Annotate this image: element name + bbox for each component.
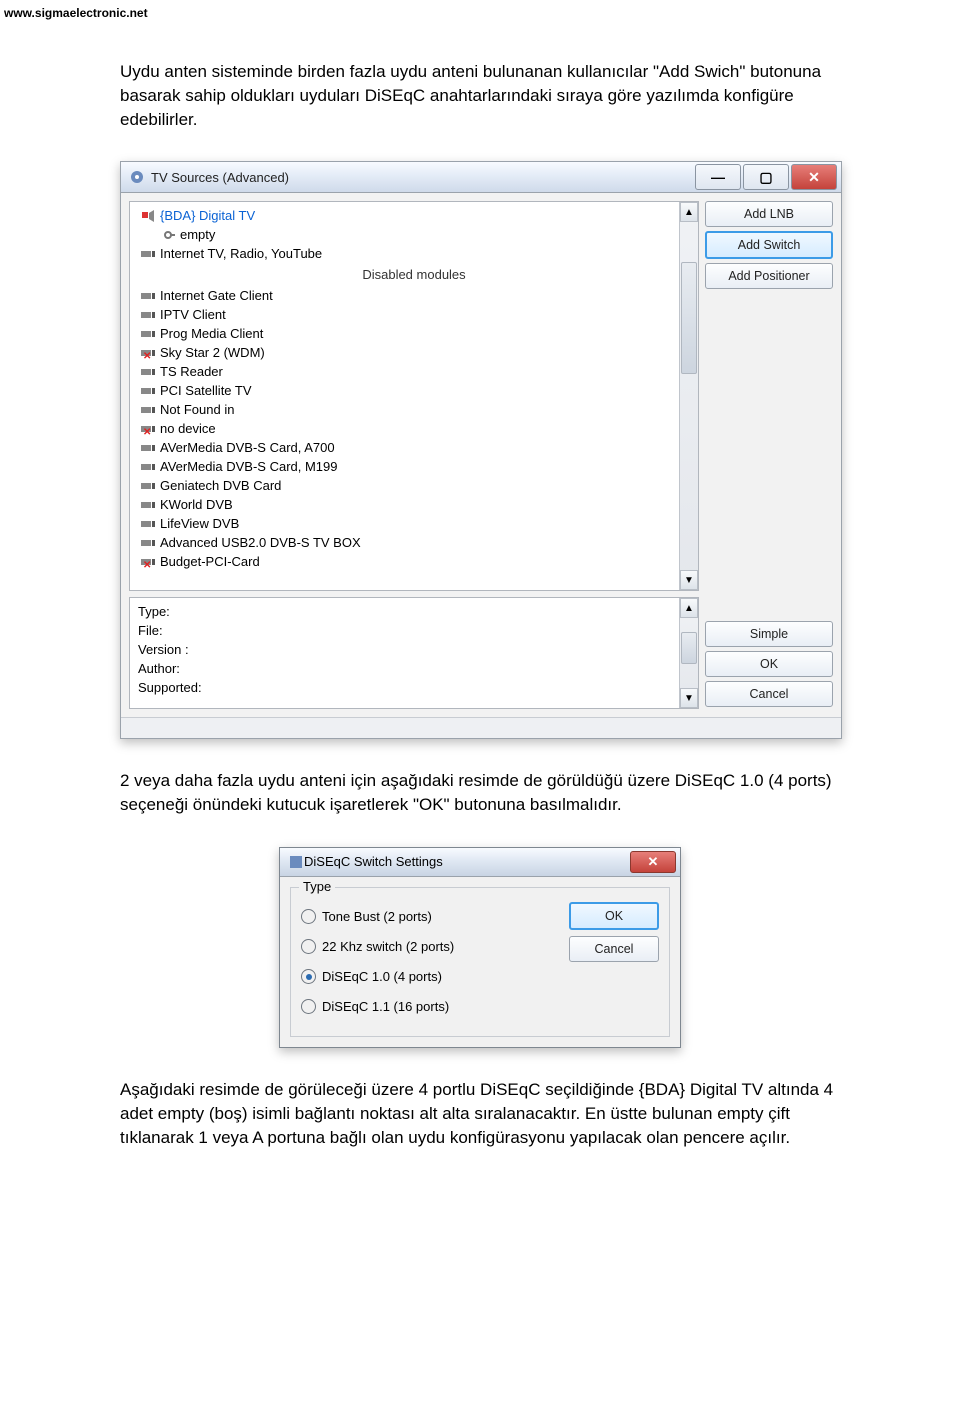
tree-row[interactable]: PCI Satellite TV — [130, 381, 698, 400]
info-author: Author: — [138, 659, 690, 678]
scroll-up-icon[interactable]: ▲ — [680, 202, 698, 222]
add-switch-button[interactable]: Add Switch — [705, 231, 833, 259]
window-title: DiSEqC Switch Settings — [304, 854, 630, 869]
tree-row[interactable]: Prog Media Client — [130, 324, 698, 343]
radio-tone-bust[interactable]: Tone Bust (2 ports) — [301, 902, 557, 932]
module-icon — [140, 326, 156, 342]
tree-row-internet-tv[interactable]: Internet TV, Radio, YouTube — [130, 244, 698, 263]
module-icon — [140, 288, 156, 304]
add-lnb-button[interactable]: Add LNB — [705, 201, 833, 227]
scroll-down-icon[interactable]: ▼ — [680, 688, 698, 708]
tree-row[interactable]: Advanced USB2.0 DVB-S TV BOX — [130, 533, 698, 552]
info-scrollbar[interactable]: ▲ ▼ — [679, 598, 698, 708]
module-error-icon: ✕ — [140, 345, 156, 361]
page-url: www.sigmaelectronic.net — [0, 0, 960, 20]
scroll-thumb[interactable] — [681, 632, 697, 664]
type-group: Type Tone Bust (2 ports) 22 Khz switch (… — [290, 887, 670, 1037]
module-icon — [140, 516, 156, 532]
diseqc-settings-window: DiSEqC Switch Settings ✕ Type Tone Bust … — [279, 847, 681, 1048]
add-positioner-button[interactable]: Add Positioner — [705, 263, 833, 289]
scroll-down-icon[interactable]: ▼ — [680, 570, 698, 590]
info-file: File: — [138, 621, 690, 640]
radio-icon — [301, 999, 316, 1014]
tree-sidebar: Add LNB Add Switch Add Positioner — [705, 201, 833, 591]
module-error-icon: ✕ — [140, 421, 156, 437]
module-icon — [140, 497, 156, 513]
cancel-button[interactable]: Cancel — [705, 681, 833, 707]
tree-row[interactable]: Geniatech DVB Card — [130, 476, 698, 495]
titlebar: TV Sources (Advanced) — ▢ ✕ — [121, 162, 841, 193]
minimize-button[interactable]: — — [695, 164, 741, 190]
radio-icon — [301, 909, 316, 924]
svg-text:✕: ✕ — [143, 560, 151, 570]
module-icon — [140, 535, 156, 551]
module-icon — [140, 459, 156, 475]
tree-row[interactable]: KWorld DVB — [130, 495, 698, 514]
ok-button[interactable]: OK — [569, 902, 659, 930]
ok-button[interactable]: OK — [705, 651, 833, 677]
tree-row-empty[interactable]: empty — [130, 225, 698, 244]
tree-row[interactable]: Not Found in — [130, 400, 698, 419]
info-panel: Type: File: Version : Author: Supported:… — [129, 597, 699, 709]
tree-row[interactable]: TS Reader — [130, 362, 698, 381]
tree-row[interactable]: ✕Sky Star 2 (WDM) — [130, 343, 698, 362]
status-bar — [121, 717, 841, 738]
info-type: Type: — [138, 602, 690, 621]
app-icon — [288, 854, 304, 870]
satellite-icon — [140, 208, 156, 224]
svg-text:✕: ✕ — [143, 427, 151, 437]
tree-row-bda[interactable]: {BDA} Digital TV — [130, 206, 698, 225]
module-icon — [140, 440, 156, 456]
scroll-thumb[interactable] — [681, 262, 697, 374]
module-icon — [140, 478, 156, 494]
tree-row[interactable]: ✕no device — [130, 419, 698, 438]
tree-row[interactable]: ✕Budget-PCI-Card — [130, 552, 698, 571]
module-error-icon: ✕ — [140, 554, 156, 570]
radio-icon — [301, 939, 316, 954]
titlebar: DiSEqC Switch Settings ✕ — [280, 848, 680, 877]
info-version: Version : — [138, 640, 690, 659]
source-tree[interactable]: {BDA} Digital TV empty Internet TV, Radi… — [129, 201, 699, 591]
module-icon — [140, 364, 156, 380]
tree-row[interactable]: Internet Gate Client — [130, 286, 698, 305]
simple-button[interactable]: Simple — [705, 621, 833, 647]
tv-sources-window: TV Sources (Advanced) — ▢ ✕ {BDA} Digita… — [120, 161, 842, 739]
paragraph-3: Aşağıdaki resimde de görüleceği üzere 4 … — [120, 1078, 840, 1149]
svg-text:✕: ✕ — [143, 351, 151, 361]
empty-icon — [160, 227, 176, 243]
close-button[interactable]: ✕ — [630, 851, 676, 873]
disabled-modules-header: Disabled modules — [130, 263, 698, 286]
radio-icon — [301, 969, 316, 984]
scroll-up-icon[interactable]: ▲ — [680, 598, 698, 618]
close-button[interactable]: ✕ — [791, 164, 837, 190]
cancel-button[interactable]: Cancel — [569, 936, 659, 962]
paragraph-2: 2 veya daha fazla uydu anteni için aşağı… — [120, 769, 840, 817]
app-icon — [129, 169, 145, 185]
radio-diseqc-1-0[interactable]: DiSEqC 1.0 (4 ports) — [301, 962, 557, 992]
tree-row[interactable]: AVerMedia DVB-S Card, A700 — [130, 438, 698, 457]
group-legend: Type — [299, 879, 335, 894]
tree-row[interactable]: IPTV Client — [130, 305, 698, 324]
radio-22khz[interactable]: 22 Khz switch (2 ports) — [301, 932, 557, 962]
module-icon — [140, 383, 156, 399]
tree-row[interactable]: LifeView DVB — [130, 514, 698, 533]
maximize-button[interactable]: ▢ — [743, 164, 789, 190]
paragraph-1: Uydu anten sisteminde birden fazla uydu … — [120, 60, 840, 131]
tree-row[interactable]: AVerMedia DVB-S Card, M199 — [130, 457, 698, 476]
tree-scrollbar[interactable]: ▲ ▼ — [679, 202, 698, 590]
module-icon — [140, 246, 156, 262]
module-icon — [140, 402, 156, 418]
module-icon — [140, 307, 156, 323]
radio-diseqc-1-1[interactable]: DiSEqC 1.1 (16 ports) — [301, 992, 557, 1022]
info-supported: Supported: — [138, 678, 690, 697]
window-title: TV Sources (Advanced) — [151, 170, 695, 185]
